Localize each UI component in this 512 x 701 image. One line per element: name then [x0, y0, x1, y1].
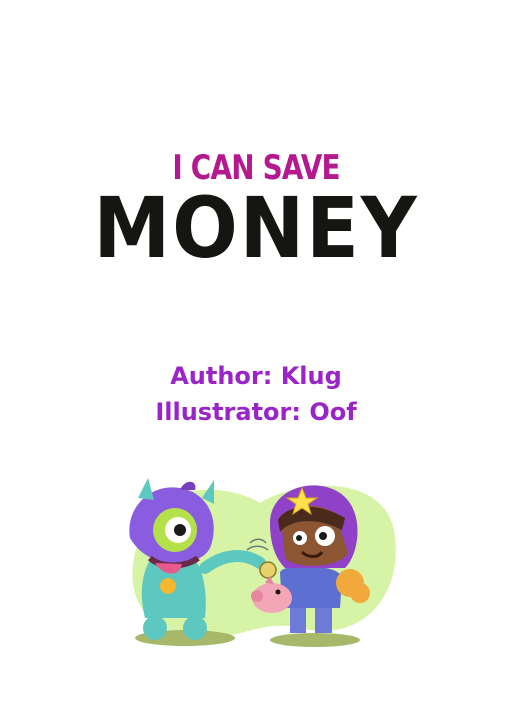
- cover-illustration-svg: [129, 478, 396, 647]
- title-block: I CAN SAVE MONEY: [0, 148, 512, 270]
- child-shadow: [270, 633, 360, 647]
- book-title: MONEY: [93, 179, 419, 277]
- author-line: Author: Klug: [170, 362, 342, 390]
- coin-icon: [160, 578, 176, 594]
- credits: Author: Klug Illustrator: Oof: [0, 358, 512, 430]
- cover-illustration: [110, 468, 410, 658]
- illustrator-line: Illustrator: Oof: [155, 398, 357, 426]
